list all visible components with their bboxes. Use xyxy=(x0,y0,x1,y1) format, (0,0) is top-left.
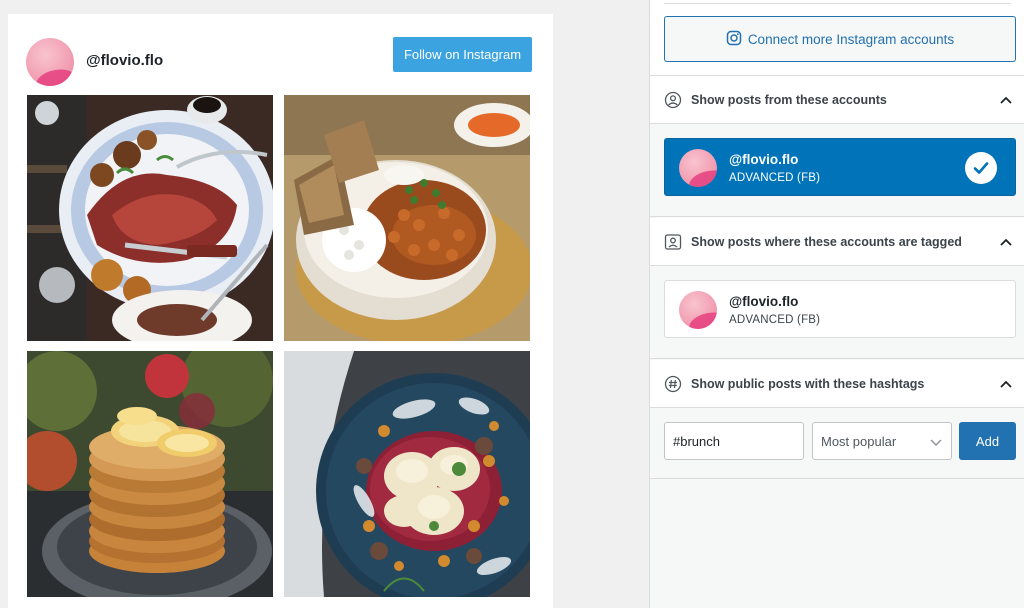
account-type: ADVANCED (FB) xyxy=(729,314,821,326)
chevron-up-icon[interactable] xyxy=(999,235,1013,249)
instagram-icon xyxy=(726,30,742,49)
section-tagged-title: Show posts where these accounts are tagg… xyxy=(691,235,962,249)
account-card-selected[interactable]: @flovio.flo ADVANCED (FB) xyxy=(664,138,1016,196)
account-name: @flovio.flo xyxy=(729,152,799,167)
hashtag-icon xyxy=(664,375,682,393)
hashtag-input[interactable] xyxy=(664,422,804,460)
section-tagged-body: @flovio.flo ADVANCED (FB) xyxy=(650,266,1024,359)
photo-ravioli-plate[interactable] xyxy=(284,351,530,597)
section-tagged-header[interactable]: Show posts where these accounts are tagg… xyxy=(650,218,1024,266)
section-hashtags-body: Most popular Add xyxy=(650,408,1024,479)
section-accounts-header[interactable]: Show posts from these accounts xyxy=(650,76,1024,124)
account-name: @flovio.flo xyxy=(729,294,799,309)
connect-button-label: Connect more Instagram accounts xyxy=(747,31,955,47)
checkmark-icon xyxy=(965,152,997,184)
feed-username: @flovio.flo xyxy=(86,52,164,69)
chevron-down-icon xyxy=(929,435,943,449)
user-circle-icon xyxy=(664,91,682,109)
avatar xyxy=(679,149,717,187)
section-accounts-title: Show posts from these accounts xyxy=(691,93,887,107)
account-type: ADVANCED (FB) xyxy=(729,172,821,184)
sort-select-value: Most popular xyxy=(821,434,897,449)
follow-on-instagram-button[interactable]: Follow on Instagram xyxy=(393,37,532,72)
user-tag-icon xyxy=(664,233,682,251)
add-hashtag-button[interactable]: Add xyxy=(959,422,1016,460)
connect-section: Connect more Instagram accounts xyxy=(650,0,1024,76)
chevron-up-icon[interactable] xyxy=(999,377,1013,391)
feed-header: @flovio.flo Follow on Instagram xyxy=(26,36,532,86)
avatar xyxy=(679,291,717,329)
hashtag-sort-select[interactable]: Most popular xyxy=(812,422,952,460)
account-card[interactable]: @flovio.flo ADVANCED (FB) xyxy=(664,280,1016,338)
feed-preview: @flovio.flo Follow on Instagram xyxy=(8,14,553,608)
avatar xyxy=(26,38,74,86)
chevron-up-icon[interactable] xyxy=(999,93,1013,107)
photo-grid xyxy=(27,95,531,599)
photo-pancake-stack[interactable] xyxy=(27,351,273,597)
connect-instagram-accounts-button[interactable]: Connect more Instagram accounts xyxy=(664,16,1016,62)
section-hashtags-header[interactable]: Show public posts with these hashtags xyxy=(650,360,1024,408)
section-hashtags-title: Show public posts with these hashtags xyxy=(691,377,925,391)
feed-settings-sidebar: Connect more Instagram accounts Show pos… xyxy=(649,0,1024,608)
photo-chickpea-bowl[interactable] xyxy=(284,95,530,341)
section-accounts-body: @flovio.flo ADVANCED (FB) xyxy=(650,124,1024,217)
photo-steak-plate[interactable] xyxy=(27,95,273,341)
